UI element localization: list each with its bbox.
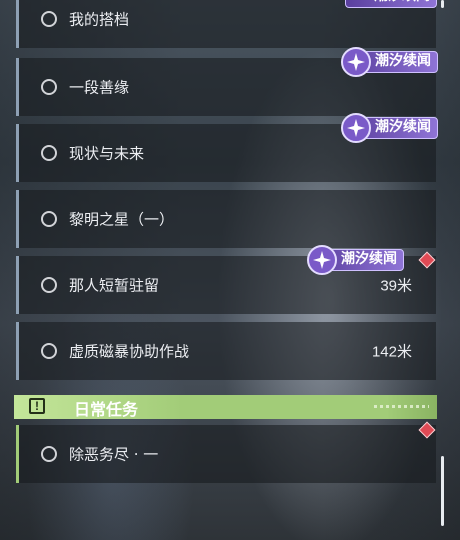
badge-label: 潮汐续闻 — [374, 0, 430, 4]
quest-name: 现状与未来 — [69, 144, 145, 163]
tidal-badge: 潮汐续闻 — [341, 113, 438, 143]
tidal-badge: 潮汐续闻 — [345, 0, 437, 8]
tidal-sparkle-icon — [307, 245, 337, 275]
quest-item-storm-combat[interactable]: 虚质磁暴协助作战 142米 — [16, 322, 436, 380]
section-title: 日常任务 — [74, 400, 139, 419]
circle-icon — [41, 446, 57, 462]
scrollbar-track-top — [441, 0, 444, 8]
quest-name: 我的搭档 — [69, 10, 130, 29]
circle-icon — [41, 211, 57, 227]
circle-icon — [41, 11, 57, 27]
tidal-badge: 潮汐续闻 — [341, 47, 438, 77]
quest-name: 除恶务尽 · 一 — [69, 445, 159, 464]
quest-name: 一段善缘 — [69, 78, 130, 97]
quest-item-daily-eliminate[interactable]: 除恶务尽 · 一 — [16, 425, 436, 483]
quest-distance: 39米 — [380, 277, 412, 295]
header-decoration — [374, 405, 429, 408]
badge-label: 潮汐续闻 — [375, 53, 431, 69]
quest-item-dawn-star[interactable]: 黎明之星（一） — [16, 190, 436, 248]
quest-distance: 142米 — [371, 343, 412, 361]
quest-name: 虚质磁暴协助作战 — [69, 342, 190, 361]
circle-icon — [41, 79, 57, 95]
badge-label: 潮汐续闻 — [341, 251, 397, 267]
quest-name: 黎明之星（一） — [69, 210, 175, 229]
tidal-sparkle-icon — [341, 47, 371, 77]
circle-icon — [41, 343, 57, 359]
circle-icon — [41, 145, 57, 161]
daily-quests-header[interactable]: ! 日常任务 — [14, 395, 437, 419]
scrollbar-thumb[interactable] — [441, 456, 444, 526]
exclamation-icon: ! — [29, 398, 45, 414]
tidal-sparkle-icon — [341, 113, 371, 143]
circle-icon — [41, 277, 57, 293]
quest-name: 那人短暂驻留 — [69, 276, 160, 295]
badge-label: 潮汐续闻 — [375, 119, 431, 135]
tidal-badge: 潮汐续闻 — [307, 245, 404, 275]
